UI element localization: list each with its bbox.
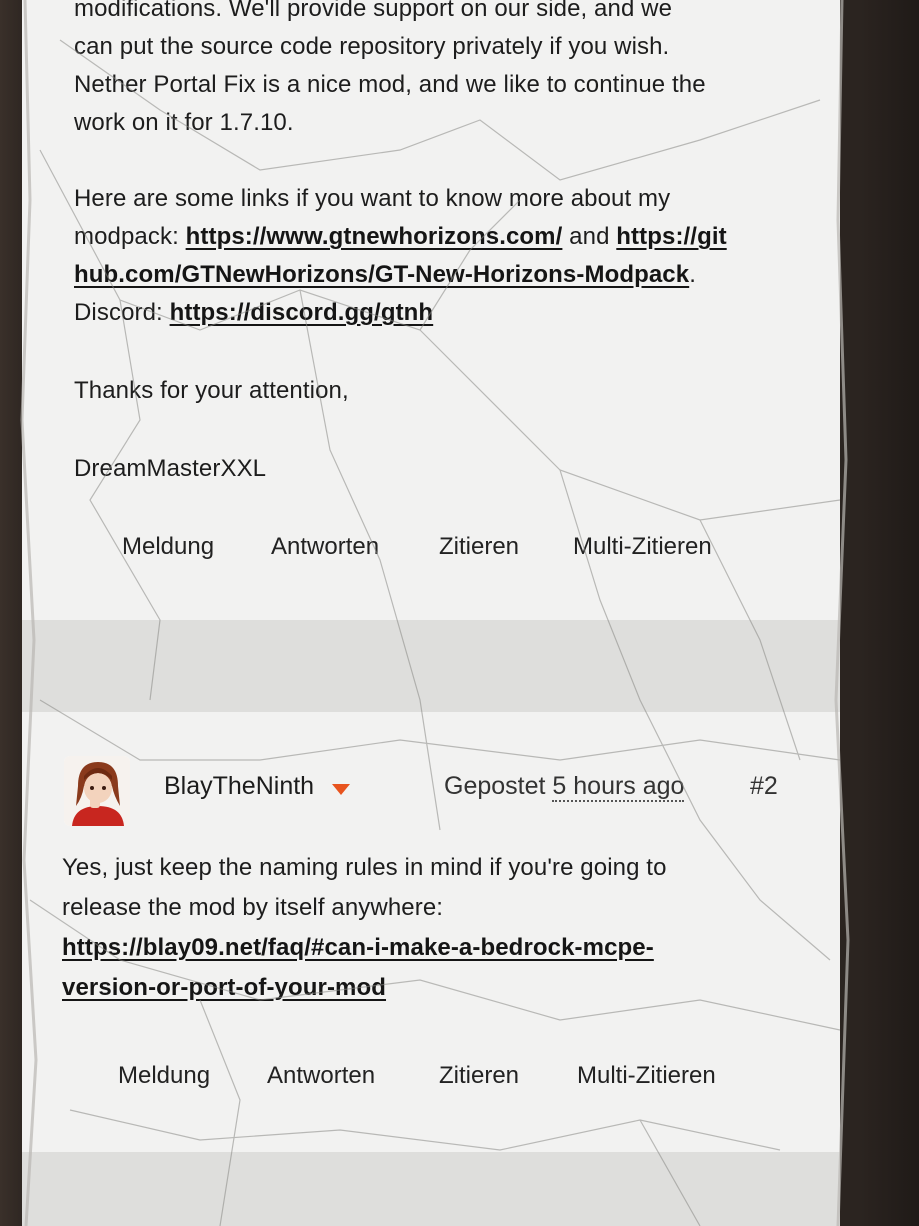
post-divider [22, 620, 840, 712]
post-1-links-intro: Here are some links if you want to know … [74, 180, 794, 218]
post-2-timestamp: Gepostet 5 hours ago [444, 772, 685, 802]
link-gtnh-website[interactable]: https://www.gtnewhorizons.com/ [186, 223, 563, 250]
post-1-discord-line: Discord: https://discord.gg/gtnh [74, 294, 794, 332]
post-1-para-1-line-3: Nether Portal Fix is a nice mod, and we … [74, 71, 706, 98]
posted-time[interactable]: 5 hours ago [552, 772, 685, 802]
post-1-links-line-3: hub.com/GTNewHorizons/GT-New-Horizons-Mo… [74, 256, 794, 294]
quote-button[interactable]: Zitieren [439, 1062, 577, 1090]
and-word: and [562, 223, 617, 250]
link-github-part-2[interactable]: hub.com/GTNewHorizons/GT-New-Horizons-Mo… [74, 261, 689, 288]
screen: modifications. We'll provide support on … [22, 0, 840, 1226]
post-1-signature: DreamMasterXXL [74, 455, 267, 482]
multi-quote-button[interactable]: Multi-Zitieren [573, 533, 712, 561]
post-1-para-1-line-4: work on it for 1.7.10. [74, 109, 294, 136]
post-1-thanks: Thanks for your attention, [74, 377, 349, 404]
post-1-actions: Meldung Antworten Zitieren Multi-Zitiere… [122, 533, 712, 561]
quote-button[interactable]: Zitieren [439, 533, 573, 561]
post-1-links-line-2: modpack: https://www.gtnewhorizons.com/ … [74, 218, 794, 256]
caret-down-icon[interactable] [332, 784, 350, 795]
post-2-link-line-2: version-or-port-of-your-mod [62, 968, 782, 1008]
post-2-line-2: release the mod by itself anywhere: [62, 894, 444, 921]
links-intro-modpack: modpack: [74, 223, 186, 250]
link-discord[interactable]: https://discord.gg/gtnh [170, 299, 434, 326]
post-divider-bottom [22, 1152, 840, 1226]
posted-prefix: Gepostet [444, 772, 553, 800]
link-blay-faq-part-2[interactable]: version-or-port-of-your-mod [62, 974, 386, 1001]
post-2-link-line-1: https://blay09.net/faq/#can-i-make-a-bed… [62, 928, 782, 968]
report-button[interactable]: Meldung [122, 533, 271, 561]
link-blay-faq-part-1[interactable]: https://blay09.net/faq/#can-i-make-a-bed… [62, 934, 654, 961]
user-avatar[interactable] [64, 756, 130, 826]
links-intro-text: Here are some links if you want to know … [74, 185, 671, 212]
link-github-part-1[interactable]: https://git [616, 223, 726, 250]
post-2-message: Yes, just keep the naming rules in mind … [62, 848, 782, 1008]
discord-label: Discord: [74, 299, 170, 326]
post-2-actions: Meldung Antworten Zitieren Multi-Zitiere… [118, 1062, 716, 1090]
reply-button[interactable]: Antworten [267, 1062, 439, 1090]
period: . [689, 261, 696, 288]
post-2-line-1: Yes, just keep the naming rules in mind … [62, 854, 667, 881]
avatar-icon [64, 756, 130, 826]
multi-quote-button[interactable]: Multi-Zitieren [577, 1062, 716, 1090]
post-1-para-1-line-2: can put the source code repository priva… [74, 33, 670, 60]
reply-button[interactable]: Antworten [271, 533, 439, 561]
post-1-para-1-line-1: modifications. We'll provide support on … [74, 0, 673, 22]
post-1-message: modifications. We'll provide support on … [74, 0, 794, 488]
post-2-author[interactable]: BlayTheNinth [164, 772, 314, 801]
report-button[interactable]: Meldung [118, 1062, 267, 1090]
post-2-number[interactable]: #2 [750, 772, 778, 801]
